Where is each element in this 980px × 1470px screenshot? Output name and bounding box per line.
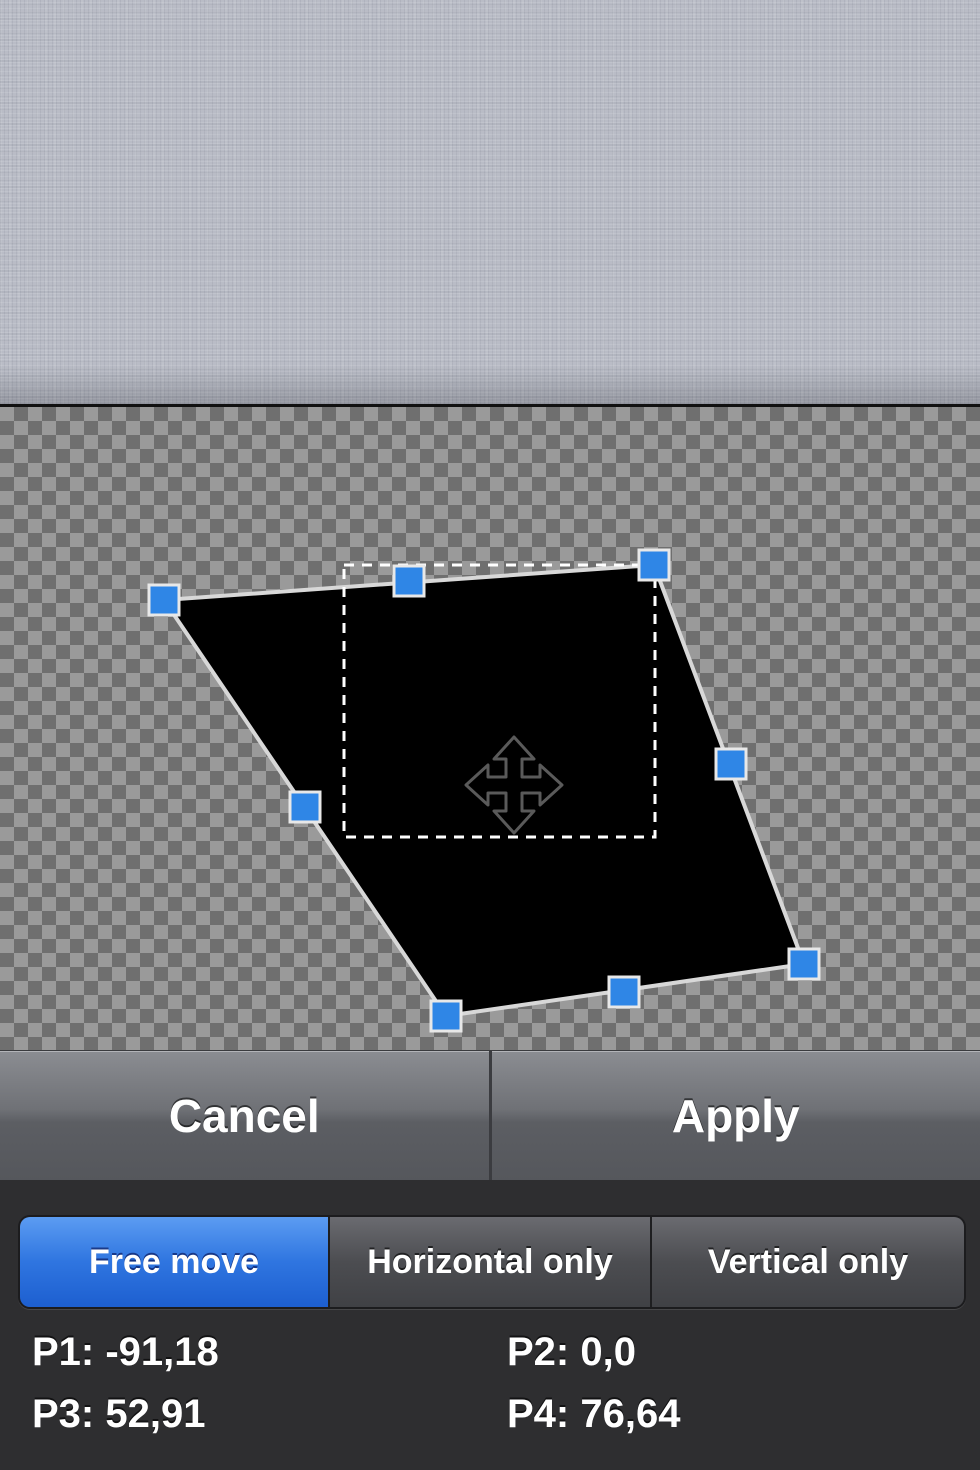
segment-horizontal-only[interactable]: Horizontal only [328,1217,650,1307]
edge-handle-icon-top[interactable] [392,564,426,598]
edge-handle-icon-bottom[interactable] [607,975,641,1009]
corner-handle-icon-p4[interactable] [429,999,463,1033]
linen-background [0,0,980,405]
coord-p3: P3: 52,91 [32,1392,206,1436]
coord-p2: P2: 0,0 [507,1330,636,1374]
distorted-image [162,563,806,1018]
perspective-editor[interactable] [0,407,980,1050]
segment-vertical-only[interactable]: Vertical only [650,1217,964,1307]
coord-p4: P4: 76,64 [507,1392,681,1436]
edge-handle-icon-left[interactable] [288,790,322,824]
coord-p1: P1: -91,18 [32,1330,219,1374]
corner-handle-icon-p3[interactable] [787,947,821,981]
transform-canvas[interactable] [0,407,980,1050]
apply-button[interactable]: Apply [488,1051,980,1181]
corner-handle-icon-p1[interactable] [147,583,181,617]
options-panel: Free move Horizontal only Vertical only … [0,1180,980,1470]
segment-free-move[interactable]: Free move [20,1217,328,1307]
move-mode-segmented-control: Free move Horizontal only Vertical only [18,1215,966,1309]
cancel-button[interactable]: Cancel [0,1051,489,1181]
edge-handle-icon-right[interactable] [714,747,748,781]
action-bar: Cancel Apply [0,1050,980,1181]
corner-handle-icon-p2[interactable] [637,548,671,582]
